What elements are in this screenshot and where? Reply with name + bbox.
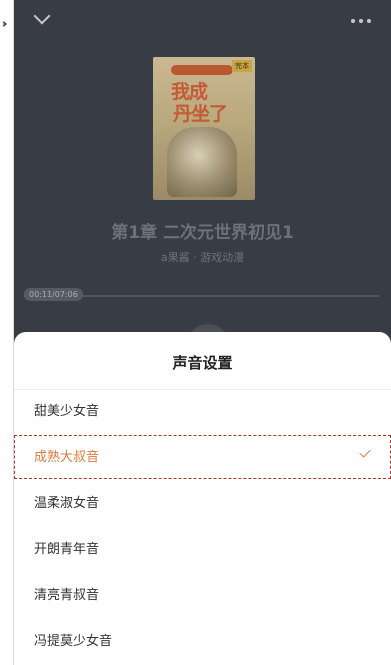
voice-option[interactable]: 冯提莫少女音 bbox=[14, 620, 391, 664]
cover-title-line2: 丹坐了 bbox=[173, 103, 228, 125]
check-icon bbox=[359, 446, 371, 458]
cover-banner bbox=[171, 65, 233, 75]
sheet-title: 声音设置 bbox=[172, 354, 233, 372]
voice-option[interactable]: 开朗青年音 bbox=[14, 528, 391, 572]
playback-time[interactable]: 00:11/07:06 bbox=[24, 288, 83, 301]
collapse-chevron-icon[interactable] bbox=[33, 7, 51, 25]
voice-option-label: 成熟大叔音 bbox=[34, 450, 100, 465]
left-edge-strip bbox=[0, 0, 14, 665]
more-options-icon[interactable] bbox=[351, 18, 373, 24]
voice-option[interactable]: 清亮青叔音 bbox=[14, 574, 391, 618]
voice-option[interactable]: 温柔淑女音 bbox=[14, 482, 391, 526]
cover-illustration bbox=[167, 127, 237, 197]
arrow-marker-icon bbox=[1, 21, 7, 27]
cover-badge: 完本 bbox=[232, 60, 252, 72]
book-cover: 完本 我成 丹坐了 bbox=[153, 57, 255, 200]
voice-option[interactable]: 甜美少女音 bbox=[14, 390, 391, 434]
voice-settings-sheet: 声音设置 甜美少女音 成熟大叔音 温柔淑女音 开朗青年音 清亮青叔音 冯提莫少女… bbox=[14, 332, 391, 665]
voice-option-selected[interactable]: 成熟大叔音 bbox=[14, 435, 391, 479]
author-category: a果酱 · 游戏动漫 bbox=[160, 251, 245, 264]
chapter-title: 第1章 二次元世界初见1 bbox=[111, 223, 294, 243]
